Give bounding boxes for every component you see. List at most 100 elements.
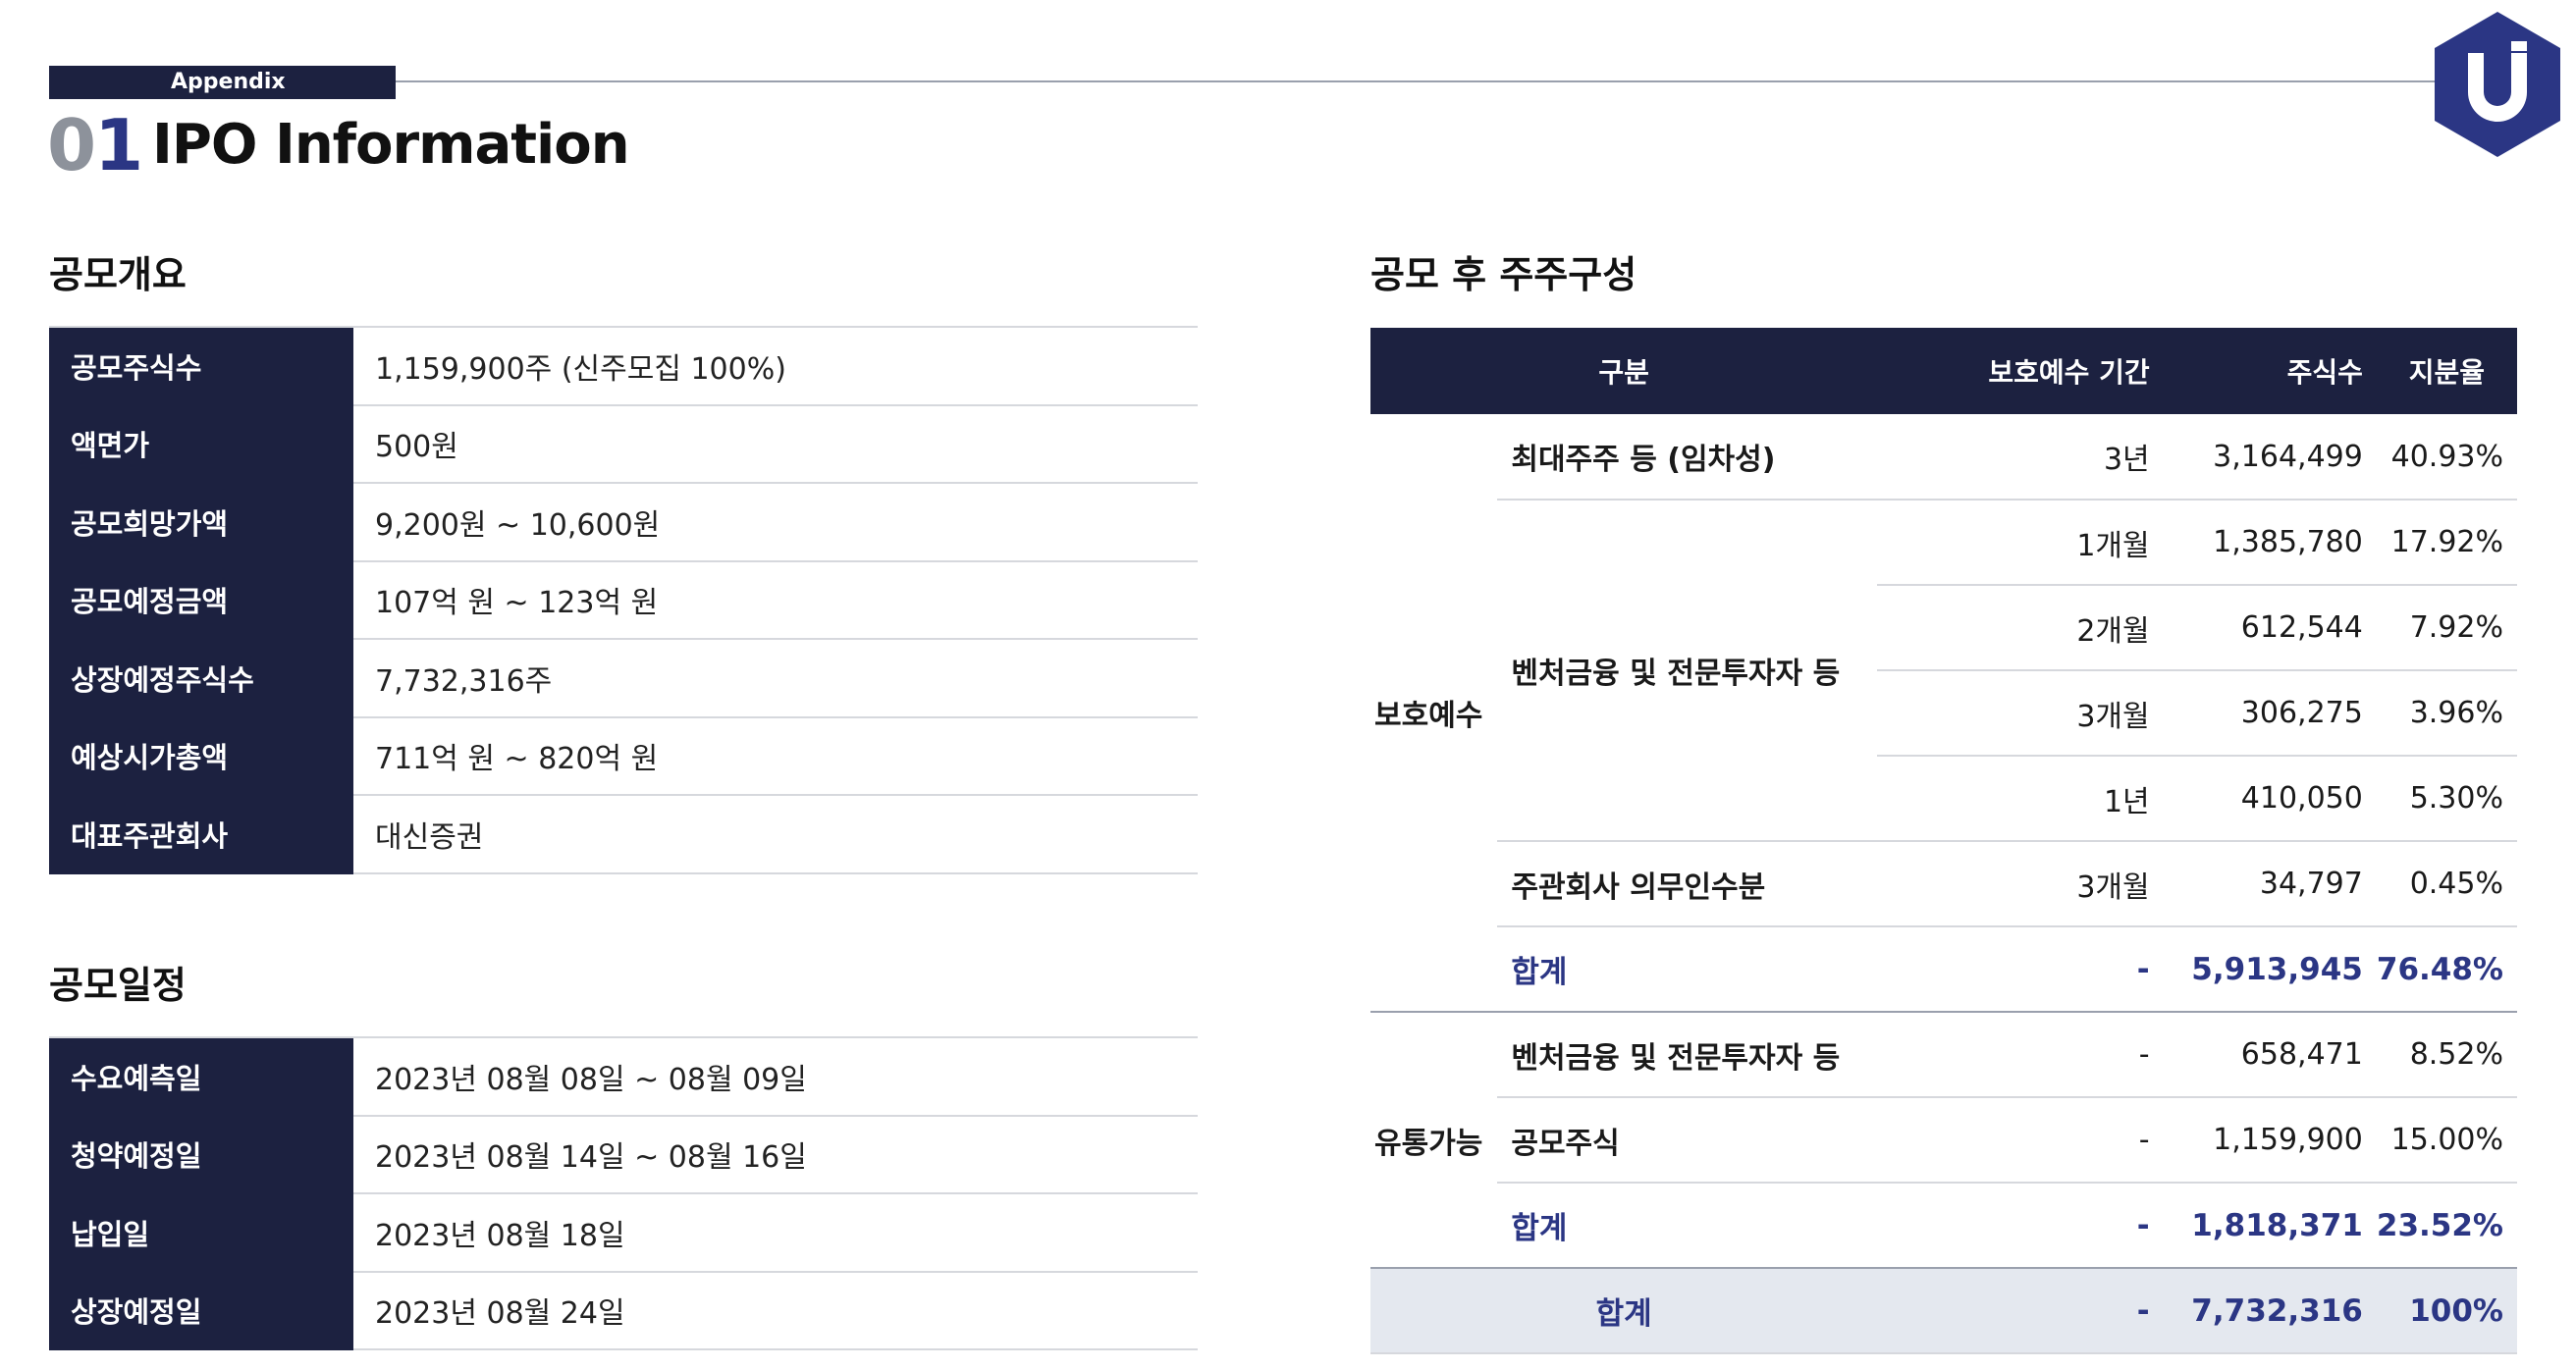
row-value: 2023년 08월 14일 ~ 08월 16일	[353, 1115, 1198, 1194]
row-shares: 1,818,371	[2163, 1183, 2377, 1269]
subtotal-row-locked: 합계 - 5,913,945 76.48%	[1370, 926, 2517, 1013]
table-row: 보호예수 최대주주 등 (임차성) 3년 3,164,499 40.93%	[1370, 414, 2517, 1013]
row-label: 액면가	[49, 404, 353, 484]
table-row: 예상시가총액 711억 원 ~ 820억 원	[49, 716, 1198, 796]
row-label: 공모예정금액	[49, 560, 353, 640]
table-row: 공모예정금액 107억 원 ~ 123억 원	[49, 560, 1198, 640]
row-label: 예상시가총액	[49, 716, 353, 796]
offering-overview-title: 공모개요	[49, 253, 187, 296]
row-value: 2023년 08월 24일	[353, 1271, 1198, 1350]
row-label: 납입일	[49, 1193, 353, 1273]
row-category: 합계	[1370, 1268, 1878, 1354]
row-ratio: 23.52%	[2376, 1183, 2517, 1269]
group-label-tradable: 유통가능	[1370, 1012, 1498, 1269]
table-row: 공모주식 - 1,159,900 15.00%	[1370, 1097, 2517, 1184]
shareholder-structure-table: 구분 보호예수 기간 주식수 지분율 보호예수 최대주주 등 (임차성) 3년 …	[1370, 328, 2517, 1354]
row-value: 500원	[353, 404, 1198, 484]
row-label: 청약예정일	[49, 1115, 353, 1194]
row-category: 주관회사 의무인수분	[1497, 841, 1878, 927]
row-shares: 1,385,780	[2163, 500, 2377, 586]
table-row: 주관회사 의무인수분 3개월 34,797 0.45%	[1370, 841, 2517, 927]
table-row: 대표주관회사 대신증권	[49, 795, 1198, 874]
row-value: 9,200원 ~ 10,600원	[353, 483, 1198, 562]
col-header-lockup: 보호예수 기간	[1877, 328, 2164, 414]
row-category: 합계	[1497, 926, 1878, 1013]
row-value: 2023년 08월 18일	[353, 1193, 1198, 1273]
row-category: 공모주식	[1497, 1097, 1878, 1184]
table-row: 벤처금융 및 전문투자자 등 1개월 1,385,780 17.92%	[1370, 500, 2517, 842]
col-header-shares: 주식수	[2163, 328, 2377, 414]
row-label: 대표주관회사	[49, 795, 353, 874]
hexagon-u-logo-icon	[2435, 12, 2560, 157]
col-header-category: 구분	[1370, 328, 1878, 414]
row-shares: 1,159,900	[2163, 1097, 2377, 1184]
row-value: 7,732,316주	[353, 639, 1198, 718]
row-ratio: 3.96%	[2376, 670, 2517, 757]
row-lockup: -	[1877, 1268, 2164, 1354]
table-row: 유통가능 벤처금융 및 전문투자자 등 - 658,471 8.52%	[1370, 1012, 2517, 1269]
offering-overview-table: 공모주식수 1,159,900주 (신주모집 100%) 액면가 500원 공모희망…	[49, 326, 1198, 874]
row-label: 상장예정주식수	[49, 639, 353, 718]
row-ratio: 7.92%	[2376, 585, 2517, 671]
row-lockup: 1년	[1877, 756, 2164, 842]
row-ratio: 15.00%	[2376, 1097, 2517, 1184]
row-shares: 410,050	[2163, 756, 2377, 842]
row-ratio: 40.93%	[2376, 414, 2517, 501]
offering-schedule-table: 수요예측일 2023년 08월 08일 ~ 08월 09일 청약예정일 2023년 …	[49, 1036, 1198, 1350]
table-row: 상장예정일 2023년 08월 24일	[49, 1271, 1198, 1350]
row-value: 대신증권	[353, 795, 1198, 874]
table-row: 공모주식수 1,159,900주 (신주모집 100%)	[49, 326, 1198, 406]
row-value: 107억 원 ~ 123억 원	[353, 560, 1198, 640]
table-row: 상장예정주식수 7,732,316주	[49, 639, 1198, 718]
row-shares: 612,544	[2163, 585, 2377, 671]
table-header-row: 구분 보호예수 기간 주식수 지분율	[1370, 328, 2517, 414]
col-header-ratio: 지분율	[2376, 328, 2517, 414]
row-shares: 34,797	[2163, 841, 2377, 927]
row-lockup: -	[1877, 926, 2164, 1013]
table-row: 수요예측일 2023년 08월 08일 ~ 08월 09일	[49, 1036, 1198, 1117]
row-ratio: 17.92%	[2376, 500, 2517, 586]
row-lockup: 3개월	[1877, 841, 2164, 927]
page-number-prefix: 0	[47, 104, 96, 186]
row-label: 공모희망가액	[49, 483, 353, 562]
table-row: 납입일 2023년 08월 18일	[49, 1193, 1198, 1273]
row-lockup: 3개월	[1877, 670, 2164, 757]
row-shares: 658,471	[2163, 1012, 2377, 1098]
row-shares: 5,913,945	[2163, 926, 2377, 1013]
row-ratio: 100%	[2376, 1268, 2517, 1354]
row-value: 2023년 08월 08일 ~ 08월 09일	[353, 1036, 1198, 1117]
row-category: 최대주주 등 (임차성)	[1497, 414, 1878, 501]
row-label: 수요예측일	[49, 1036, 353, 1117]
row-lockup: 2개월	[1877, 585, 2164, 671]
offering-schedule-title: 공모일정	[49, 964, 187, 1007]
row-category: 벤처금융 및 전문투자자 등	[1497, 500, 1878, 842]
row-shares: 3,164,499	[2163, 414, 2377, 501]
row-lockup: 3년	[1877, 414, 2164, 501]
page-number: 01	[47, 102, 143, 188]
shareholder-structure-title: 공모 후 주주구성	[1370, 253, 1637, 296]
row-lockup: -	[1877, 1012, 2164, 1098]
row-ratio: 76.48%	[2376, 926, 2517, 1013]
row-category: 벤처금융 및 전문투자자 등	[1497, 1012, 1878, 1098]
row-ratio: 5.30%	[2376, 756, 2517, 842]
row-shares: 7,732,316	[2163, 1268, 2377, 1354]
row-category: 합계	[1497, 1183, 1878, 1269]
row-lockup: -	[1877, 1097, 2164, 1184]
table-row: 공모희망가액 9,200원 ~ 10,600원	[49, 483, 1198, 562]
row-ratio: 8.52%	[2376, 1012, 2517, 1098]
group-label-locked: 보호예수	[1370, 414, 1498, 1013]
row-lockup: 1개월	[1877, 500, 2164, 586]
header-rule	[49, 80, 2435, 82]
row-value: 1,159,900주 (신주모집 100%)	[353, 326, 1198, 406]
appendix-tab: Appendix	[49, 66, 396, 99]
row-shares: 306,275	[2163, 670, 2377, 757]
row-value: 711억 원 ~ 820억 원	[353, 716, 1198, 796]
grand-total-row: 합계 - 7,732,316 100%	[1370, 1268, 2517, 1354]
row-lockup: -	[1877, 1183, 2164, 1269]
table-row: 액면가 500원	[49, 404, 1198, 484]
page-number-suffix: 1	[94, 104, 143, 186]
table-row: 청약예정일 2023년 08월 14일 ~ 08월 16일	[49, 1115, 1198, 1194]
row-ratio: 0.45%	[2376, 841, 2517, 927]
page-title: IPO Information	[152, 113, 630, 177]
subtotal-row-tradable: 합계 - 1,818,371 23.52%	[1370, 1183, 2517, 1269]
